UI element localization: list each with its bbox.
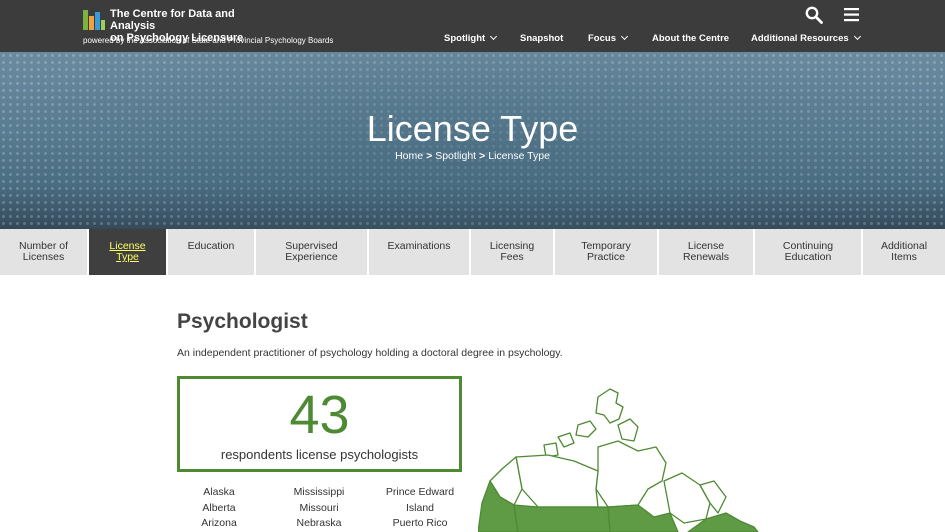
section-tabs: Number of Licenses License Type Education …: [0, 229, 945, 275]
tab-continuing-education[interactable]: Continuing Education: [755, 229, 863, 275]
centre-logo-icon[interactable]: [83, 8, 105, 30]
breadcrumb-separator: >: [426, 150, 433, 162]
section-description: An independent practitioner of psycholog…: [177, 347, 563, 359]
nav-additional-resources[interactable]: Additional Resources: [751, 32, 861, 44]
tab-label: Licenses: [22, 251, 65, 263]
stat-value: 43: [289, 385, 350, 445]
page-title: License Type: [366, 108, 579, 149]
breadcrumb: Home > Spotlight > License Type: [0, 150, 945, 162]
tab-label: Type: [116, 251, 139, 263]
chevron-down-icon: [853, 32, 861, 41]
tab-supervised-experience[interactable]: Supervised Experience: [256, 229, 369, 275]
chevron-down-icon: [490, 32, 498, 41]
powered-by-text: powered by the Association of State and …: [83, 36, 334, 45]
tab-label: Practice: [587, 251, 625, 263]
tab-label: Experience: [285, 251, 338, 263]
tab-education[interactable]: Education: [168, 229, 256, 275]
tab-license-type[interactable]: License Type: [89, 229, 168, 275]
menu-icon[interactable]: [843, 6, 861, 24]
tab-temporary-practice[interactable]: Temporary Practice: [555, 229, 659, 275]
site-title-line1: The Centre for Data and Analysis: [110, 8, 235, 32]
breadcrumb-separator: >: [479, 150, 486, 162]
nav-about-label: About the Centre: [652, 33, 730, 44]
tab-label: Education: [784, 251, 832, 263]
map-region-ontario: [607, 504, 679, 532]
map-region-northwest: [515, 454, 599, 508]
top-navigation-bar: The Centre for Data and Analysis on Psyc…: [0, 0, 945, 52]
list-item: Mississippi: [293, 486, 345, 498]
list-item: Alberta: [202, 501, 236, 514]
tab-label: Fees: [500, 251, 524, 263]
list-item: Missouri: [299, 501, 339, 514]
tab-label: Education: [187, 240, 235, 252]
canada-map[interactable]: [478, 385, 778, 532]
list-item: Alaska: [203, 486, 235, 498]
stat-card: 43 respondents license psychologists: [177, 376, 462, 472]
map-region-arctic-islands: [575, 420, 597, 438]
list-item: Prince Edward: [385, 486, 455, 498]
map-region-arctic-islands: [617, 418, 639, 442]
map-region-arctic-islands: [557, 432, 575, 448]
map-region-arctic-islands: [595, 388, 624, 424]
tab-examinations[interactable]: Examinations: [369, 229, 471, 275]
search-icon[interactable]: [805, 6, 823, 24]
nav-spotlight-label: Spotlight: [444, 33, 486, 44]
jurisdiction-list-col3: Prince Edward Island Puerto Rico: [382, 485, 458, 532]
tab-additional-items[interactable]: Additional Items: [863, 229, 945, 275]
breadcrumb-current: License Type: [488, 150, 550, 162]
jurisdiction-list-col1: Alaska Alberta Arizona: [190, 485, 248, 532]
stat-label: respondents license psychologists: [220, 447, 419, 462]
nav-additional-resources-label: Additional Resources: [751, 33, 849, 44]
tab-license-renewals[interactable]: License Renewals: [659, 229, 755, 275]
tab-label: Renewals: [682, 251, 730, 263]
tab-number-of-licenses[interactable]: Number of Licenses: [0, 229, 89, 275]
nav-focus-label: Focus: [588, 33, 616, 44]
nav-focus[interactable]: Focus: [588, 32, 629, 44]
tab-licensing-fees[interactable]: Licensing Fees: [471, 229, 555, 275]
tab-label: Items: [891, 251, 917, 263]
chevron-down-icon: [620, 32, 629, 41]
breadcrumb-spotlight[interactable]: Spotlight: [435, 150, 476, 162]
nav-snapshot-label: Snapshot: [520, 33, 564, 44]
map-region-nunavut: [595, 440, 667, 508]
tab-label: Examinations: [387, 240, 451, 252]
list-item: Island: [405, 501, 435, 514]
list-item: Nebraska: [296, 517, 342, 529]
nav-about-the-centre[interactable]: About the Centre: [652, 33, 729, 44]
breadcrumb-home[interactable]: Home: [395, 150, 423, 162]
list-item: Arizona: [201, 517, 237, 529]
nav-snapshot[interactable]: Snapshot: [520, 33, 563, 44]
map-region-prairies: [513, 504, 611, 532]
jurisdiction-list-col2: Mississippi Missouri Nebraska: [284, 485, 354, 532]
nav-spotlight[interactable]: Spotlight: [444, 32, 498, 44]
section-heading: Psychologist: [177, 310, 308, 333]
list-item: Puerto Rico: [392, 517, 448, 529]
